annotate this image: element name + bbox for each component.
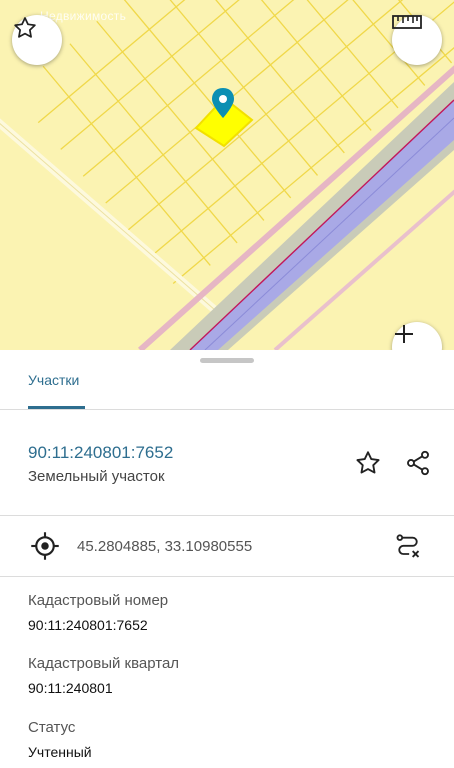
plus-icon — [395, 325, 413, 343]
status-label: Статус — [28, 719, 76, 736]
sheet-drag-handle[interactable] — [200, 358, 254, 363]
info-sheet: Участки 90:11:240801:7652 Земельный учас… — [0, 350, 454, 768]
favorite-button[interactable] — [350, 445, 386, 481]
cadastral-quarter-label: Кадастровый квартал — [28, 655, 180, 672]
divider — [0, 409, 454, 410]
route-button[interactable] — [390, 529, 426, 565]
map-view[interactable]: Недвижимость — [0, 0, 454, 350]
route-icon — [396, 534, 420, 558]
ruler-button[interactable] — [392, 15, 442, 65]
parcel-type: Земельный участок — [28, 468, 165, 485]
cadastral-number-value[interactable]: 90:11:240801:7652 — [28, 617, 148, 633]
status-value: Учтенный — [28, 744, 92, 760]
map-canvas — [0, 0, 454, 350]
coordinates-row[interactable]: 45.2804885, 33.10980555 — [0, 518, 454, 574]
divider — [0, 576, 454, 577]
share-button[interactable] — [400, 445, 436, 481]
cadastral-quarter-value[interactable]: 90:11:240801 — [28, 680, 113, 696]
cadastral-number-label: Кадастровый номер — [28, 592, 169, 609]
divider — [0, 515, 454, 516]
star-icon — [14, 17, 36, 38]
tab-parcels[interactable]: Участки — [28, 372, 79, 388]
share-icon — [407, 450, 429, 476]
parcel-id-title[interactable]: 90:11:240801:7652 — [28, 443, 173, 463]
ruler-icon — [392, 15, 422, 29]
crosshair-icon — [31, 532, 59, 560]
coordinates-text: 45.2804885, 33.10980555 — [77, 538, 253, 555]
star-icon — [356, 451, 380, 474]
favorite-map-button[interactable] — [12, 15, 62, 65]
